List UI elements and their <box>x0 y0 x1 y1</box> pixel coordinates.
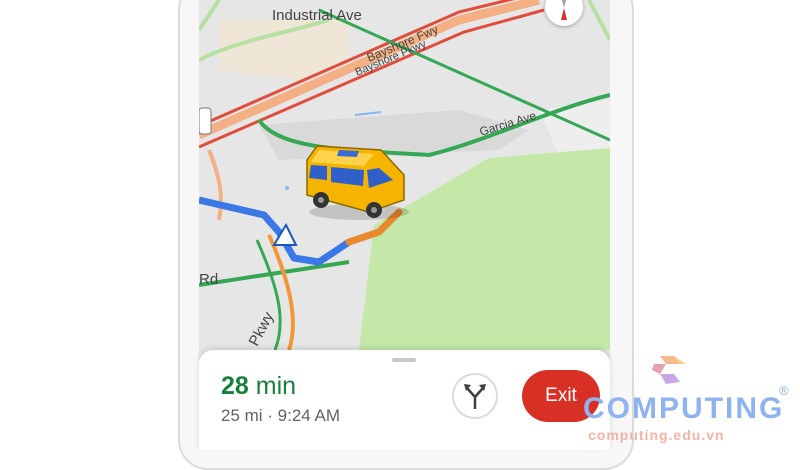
compass-button[interactable] <box>545 0 583 26</box>
watermark-logo <box>650 352 690 393</box>
watermark-brand: COMPUTING <box>583 392 785 425</box>
alternate-routes-button[interactable] <box>452 373 498 419</box>
street-label-rd: Rd <box>199 271 218 288</box>
drag-handle[interactable] <box>392 358 416 362</box>
street-label-industrial: Industrial Ave <box>272 7 362 24</box>
watermark-url: computing.edu.vn <box>588 427 725 443</box>
eta-unit: min <box>255 372 297 400</box>
eta-duration: 28 min <box>221 372 296 401</box>
navigation-bottom-sheet[interactable]: 28 min 25 mi · 9:24 AM Exit <box>199 350 610 450</box>
compass-icon <box>561 0 567 20</box>
eta-value: 28 <box>221 372 249 400</box>
watermark-registered: ® <box>779 383 789 398</box>
fork-arrows-icon <box>464 384 486 409</box>
trip-distance-arrival: 25 mi · 9:24 AM <box>221 406 341 425</box>
